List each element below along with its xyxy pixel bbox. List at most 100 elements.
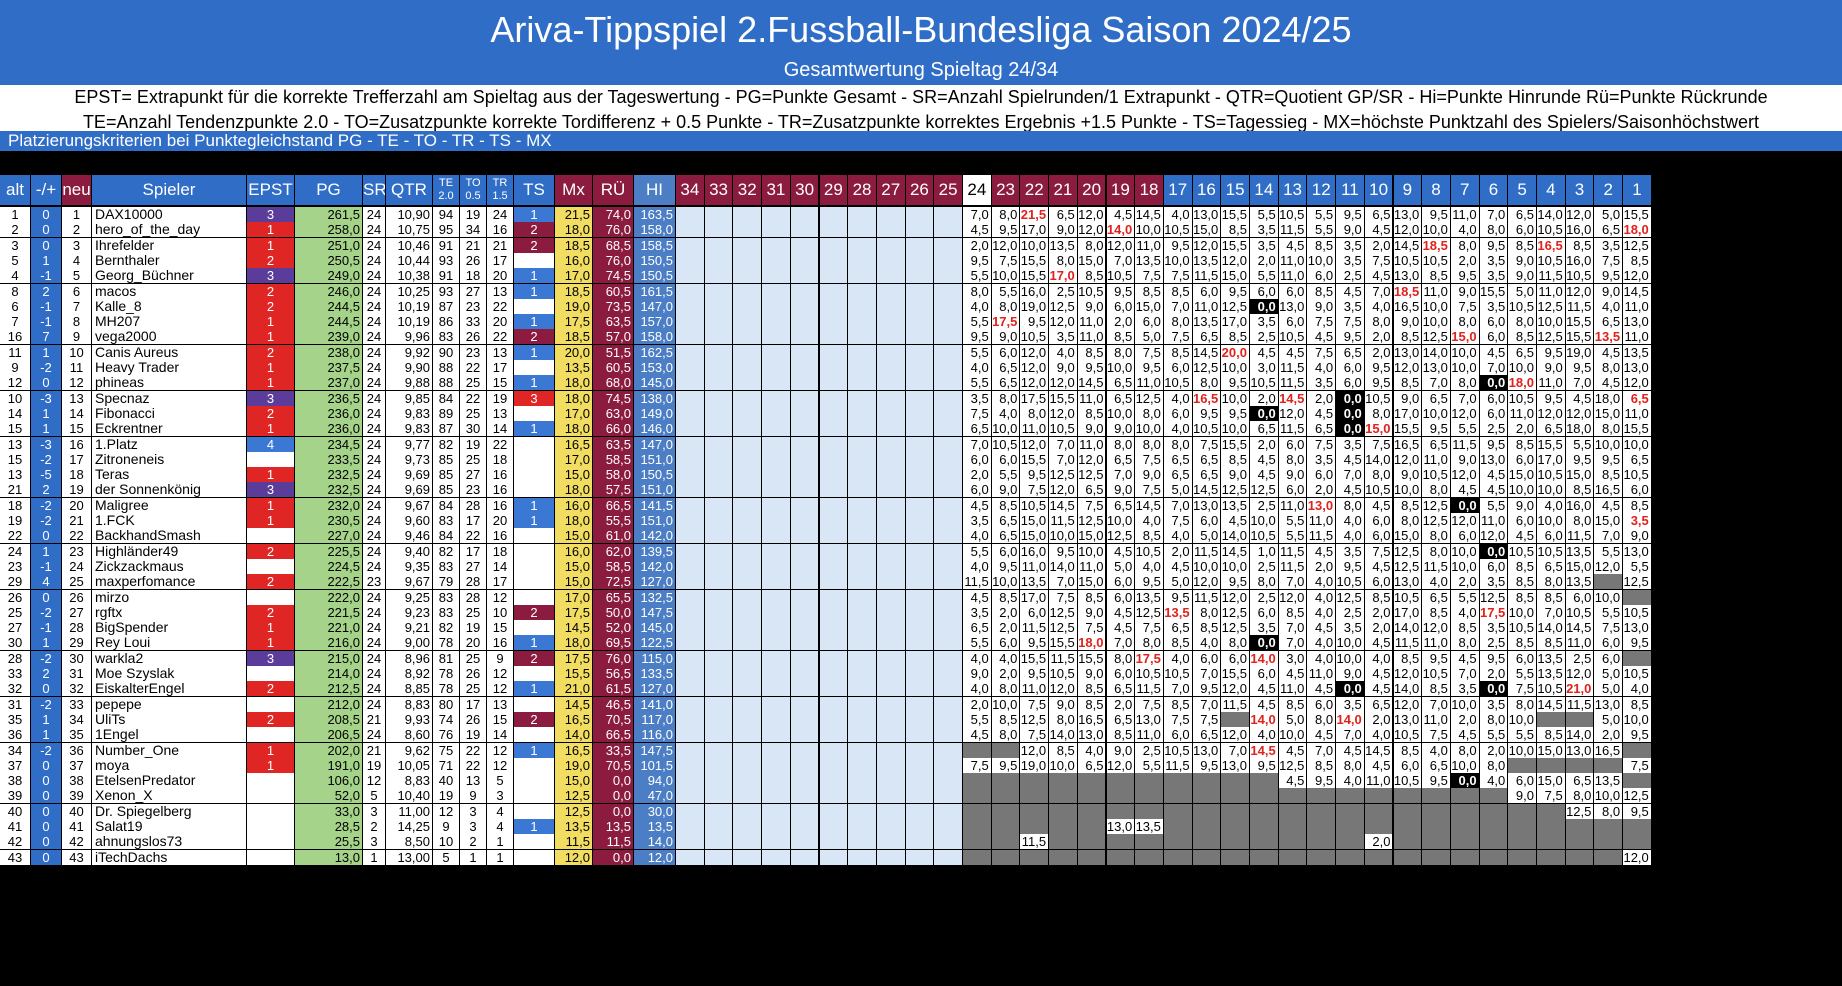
- player-name: BackhandSmash: [92, 528, 246, 543]
- row-alt: 8: [0, 284, 30, 299]
- day-score: 15,0: [1192, 222, 1221, 237]
- row-epst: 2: [247, 574, 294, 589]
- day-score: [1250, 788, 1278, 803]
- row-pg: 106,0: [295, 773, 362, 788]
- row-d: -1: [31, 268, 61, 283]
- row-tr: 12: [487, 590, 513, 605]
- day-score: 8,5: [1594, 467, 1623, 482]
- day-score: 4,5: [1508, 528, 1536, 543]
- row-hi: 150,5: [634, 467, 675, 482]
- day-score: [1364, 819, 1393, 834]
- day-score: [1192, 819, 1221, 834]
- empty-day-cell: [848, 605, 876, 620]
- empty-day-cell: [876, 421, 905, 436]
- row-d: 2: [31, 284, 61, 299]
- empty-day-cell: [819, 406, 848, 421]
- empty-day-cell: [905, 758, 934, 773]
- day-score: 16,0: [1565, 222, 1594, 237]
- row-ts: 1: [514, 743, 554, 758]
- row-sr: 24: [363, 253, 385, 268]
- day-score: 8,0: [1422, 482, 1450, 497]
- day-score: 11,0: [1278, 268, 1307, 283]
- day-score: 10,5: [1508, 391, 1536, 406]
- day-score: 7,0: [1336, 727, 1364, 742]
- day-score: 5,0: [1594, 666, 1623, 681]
- day-score: 7,5: [1422, 727, 1450, 742]
- standings-table: 1 0 1 DAX10000 3 261,5 24 10,90 94 19 24 1 21,5 74,0 1…: [0, 0, 1842, 986]
- day-score: 6,0: [1450, 528, 1479, 543]
- row-tr: 15: [487, 712, 513, 727]
- row-to: 27: [460, 467, 486, 482]
- empty-day-cell: [876, 268, 905, 283]
- day-score: 9,5: [1336, 207, 1364, 222]
- day-score: 4,0: [1192, 635, 1221, 650]
- day-score: 14,0: [1393, 681, 1422, 696]
- player-name: Teras: [92, 467, 246, 482]
- day-score: 4,0: [1135, 559, 1163, 574]
- day-score: 9,5: [1336, 559, 1364, 574]
- day-score: 16,5: [1077, 712, 1106, 727]
- day-score: 6,0: [1479, 406, 1508, 421]
- day-score: 12,0: [1594, 559, 1623, 574]
- day-score: [1221, 773, 1249, 788]
- row-alt: 26: [0, 590, 30, 605]
- day-score: 14,5: [1393, 238, 1422, 253]
- day-score: 0,0: [1450, 498, 1479, 513]
- empty-day-cell: [819, 651, 848, 666]
- day-score: 12,0: [1049, 482, 1077, 497]
- day-score: 6,0: [1479, 559, 1508, 574]
- day-score: 10,5: [1135, 666, 1163, 681]
- day-score: [1077, 834, 1106, 849]
- row-to: 22: [460, 743, 486, 758]
- empty-day-cell: [905, 268, 934, 283]
- day-score: 17,0: [1020, 222, 1049, 237]
- day-score: 9,5: [1623, 804, 1651, 819]
- day-score: 12,5: [1221, 482, 1249, 497]
- day-score: [1422, 788, 1450, 803]
- empty-day-cell: [676, 498, 704, 513]
- row-d: -2: [31, 743, 61, 758]
- day-score: [1135, 788, 1163, 803]
- day-score: 10,0: [1221, 421, 1249, 436]
- empty-day-cell: [790, 284, 819, 299]
- day-score: 15,0: [1077, 253, 1106, 268]
- day-score: 16,5: [1594, 743, 1623, 758]
- empty-day-cell: [790, 360, 819, 375]
- day-score: 14,5: [1278, 391, 1307, 406]
- day-score: [1422, 834, 1450, 849]
- day-score: 5,5: [1278, 513, 1307, 528]
- day-score: 11,5: [1020, 620, 1049, 635]
- day-score: 10,0: [1307, 253, 1336, 268]
- day-score: 6,0: [1537, 528, 1565, 543]
- day-score: 7,0: [1106, 467, 1135, 482]
- empty-day-cell: [905, 513, 934, 528]
- empty-day-cell: [704, 513, 733, 528]
- day-score: 8,0: [1106, 651, 1135, 666]
- day-score: 11,0: [1020, 421, 1049, 436]
- day-score: 3,5: [1479, 697, 1508, 712]
- empty-day-cell: [848, 697, 876, 712]
- day-score: 11,5: [1135, 681, 1163, 696]
- row-ru: 63,5: [593, 314, 633, 329]
- row-d: 7: [31, 329, 61, 344]
- empty-day-cell: [704, 329, 733, 344]
- row-to: 22: [460, 391, 486, 406]
- empty-day-cell: [790, 437, 819, 452]
- day-score: 7,0: [1049, 437, 1077, 452]
- day-score: 4,0: [991, 651, 1020, 666]
- empty-day-cell: [676, 697, 704, 712]
- day-score: 7,5: [1537, 788, 1565, 803]
- day-score: 14,0: [1537, 207, 1565, 222]
- row-sr: 24: [363, 314, 385, 329]
- row-tr: 17: [487, 360, 513, 375]
- day-score: 21,5: [1020, 207, 1049, 222]
- row-hi: 142,0: [634, 559, 675, 574]
- day-score: 14,0: [1422, 345, 1450, 360]
- day-score: 8,5: [1221, 452, 1249, 467]
- row-te: 84: [433, 498, 459, 513]
- empty-day-cell: [676, 850, 704, 865]
- day-score: 3,5: [1594, 238, 1623, 253]
- day-score: 12,0: [1049, 406, 1077, 421]
- day-score: [1307, 850, 1336, 865]
- day-score: 4,0: [1307, 574, 1336, 589]
